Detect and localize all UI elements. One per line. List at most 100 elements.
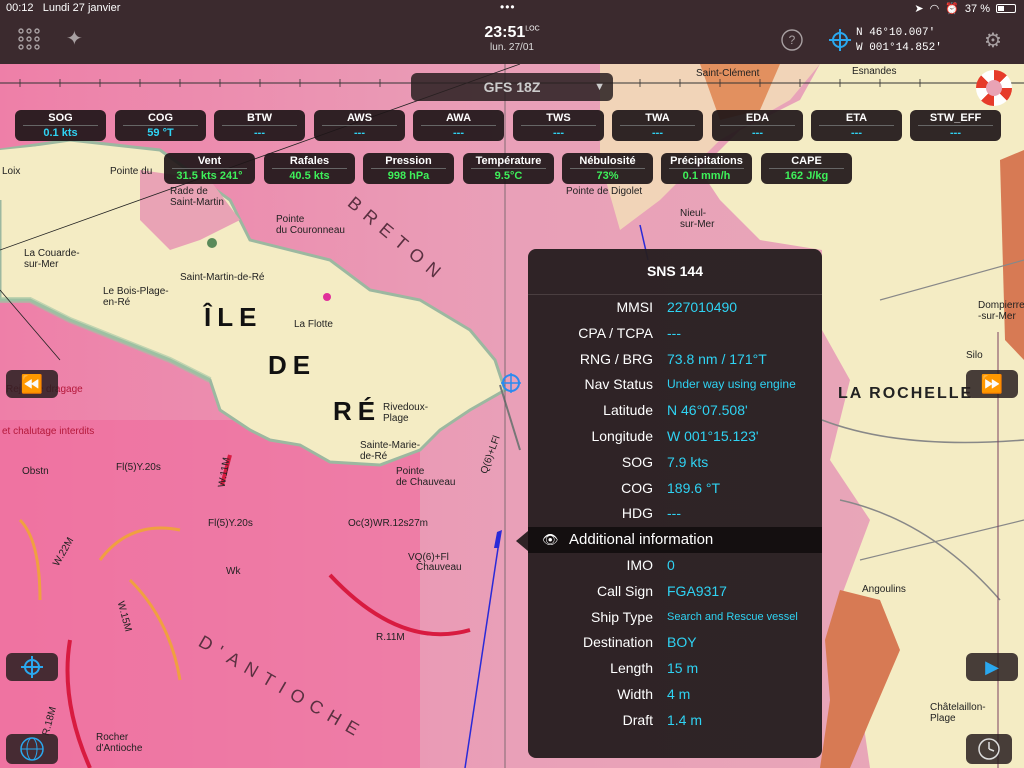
row-value: N 46°07.508'	[667, 402, 748, 419]
crosshair-icon	[21, 656, 43, 678]
weather-wind[interactable]: Vent 31.5 kts 241°	[164, 153, 255, 184]
instrument-label: SOG	[48, 112, 73, 124]
row-value: 189.6 °T	[667, 479, 721, 496]
weather-gusts[interactable]: Rafales 40.5 kts	[264, 153, 355, 184]
row-value: 4 m	[667, 685, 691, 702]
play-button[interactable]: ▶	[966, 653, 1018, 681]
row-value: BOY	[667, 634, 697, 651]
crosshair-icon[interactable]	[829, 29, 851, 57]
row-key: CPA / TCPA	[578, 324, 653, 341]
row-key: Destination	[582, 634, 653, 651]
light-fl5y20s-2: Fl(5)Y.20s	[208, 518, 253, 529]
place-rocher-antioche: Rocher d'Antioche	[96, 732, 143, 754]
section-label: Additional information	[569, 531, 714, 549]
instrument-value: ---	[254, 127, 265, 139]
weather-value: 31.5 kts 241°	[176, 170, 243, 182]
row-value: 73.8 nm / 171°T	[667, 350, 767, 367]
instrument-label: BTW	[246, 112, 273, 124]
popup-row: CPA / TCPA ---	[528, 321, 822, 347]
instrument-value: ---	[652, 127, 663, 139]
row-value: 1.4 m	[667, 711, 703, 728]
instrument-cog[interactable]: COG 59 °T	[115, 110, 206, 141]
place-chauveau: Pointe de Chauveau	[396, 466, 456, 488]
row-key: Nav Status	[584, 376, 653, 393]
instrument-sog[interactable]: SOG 0.1 kts	[15, 110, 106, 141]
weather-label: Nébulosité	[579, 155, 636, 167]
instrument-eda[interactable]: EDA ---	[712, 110, 803, 141]
star-icon[interactable]: ✦	[66, 26, 83, 51]
grib-model-selector[interactable]: GFS 18Z ▼	[411, 73, 613, 101]
weather-label: Précipitations	[670, 155, 743, 167]
weather-pressure[interactable]: Pression 998 hPa	[363, 153, 454, 184]
popup-row: Length 15 m	[528, 656, 822, 682]
popup-row: Nav Status Under way using engine	[528, 372, 822, 398]
weather-precipitation[interactable]: Précipitations 0.1 mm/h	[661, 153, 752, 184]
weather-temperature[interactable]: Température 9.5°C	[463, 153, 554, 184]
place-digolet: Pointe de Digolet	[566, 186, 643, 197]
popup-title: SNS 144	[528, 249, 822, 295]
instrument-btw[interactable]: BTW ---	[214, 110, 305, 141]
weather-value: 73%	[596, 170, 619, 182]
instrument-eta[interactable]: ETA ---	[811, 110, 902, 141]
popup-row: Call Sign FGA9317	[528, 579, 822, 605]
gear-icon[interactable]: ⚙	[984, 28, 1002, 53]
weather-value: 9.5°C	[494, 170, 523, 182]
clock-icon	[978, 738, 1000, 760]
instrument-label: TWS	[546, 112, 571, 124]
label-r11m: R.11M	[376, 632, 405, 643]
place-couarde: La Couarde- sur-Mer	[24, 248, 80, 270]
place-couronneau: Pointe du Couronneau	[276, 214, 345, 236]
clock-display[interactable]: 23:51LOC lun. 27/01	[470, 24, 554, 53]
instrument-value: ---	[752, 127, 763, 139]
instrument-value: ---	[453, 127, 464, 139]
weather-cape[interactable]: CAPE 162 J/kg	[761, 153, 852, 184]
dropdown-arrow-icon: ▼	[594, 81, 605, 93]
clock-button[interactable]	[966, 734, 1012, 764]
row-value: FGA9317	[667, 582, 727, 599]
row-key: MMSI	[616, 299, 653, 315]
status-left: 00:12 Lundi 27 janvier	[6, 2, 120, 14]
position-readout[interactable]: N 46°10.007' W 001°14.852'	[856, 26, 942, 56]
row-key: Length	[610, 660, 653, 677]
instrument-label: AWS	[346, 112, 373, 124]
ais-target-popup: SNS 144 MMSI 227010490 CPA / TCPA --- RNG …	[528, 249, 822, 758]
popup-row: MMSI 227010490	[528, 295, 822, 321]
weather-cloud-cover[interactable]: Nébulosité 73%	[562, 153, 653, 184]
status-date: Lundi 27 janvier	[42, 2, 121, 14]
multitask-dots[interactable]: •••	[500, 0, 516, 14]
instrument-twa[interactable]: TWA ---	[612, 110, 703, 141]
lifebuoy-icon[interactable]	[976, 70, 1012, 106]
weather-value: 40.5 kts	[289, 170, 330, 182]
instrument-stw-eff[interactable]: STW_EFF ---	[910, 110, 1001, 141]
island-name-1: ÎLE	[204, 302, 263, 332]
rewind-button[interactable]: ⏪	[6, 370, 58, 398]
status-right: ➤ ◠ ⏰ 37 %	[914, 2, 1016, 15]
instrument-aws[interactable]: AWS ---	[314, 110, 405, 141]
popup-row: HDG ---	[528, 501, 822, 527]
instrument-awa[interactable]: AWA ---	[413, 110, 504, 141]
globe-button[interactable]	[6, 734, 58, 764]
instrument-label: TWA	[645, 112, 670, 124]
place-bois-plage: Le Bois-Plage- en-Ré	[103, 286, 169, 308]
instrument-label: EDA	[745, 112, 770, 124]
alarm-icon: ⏰	[945, 3, 959, 15]
additional-info-toggle[interactable]: 👁 Additional information	[528, 527, 822, 553]
row-key: SOG	[621, 453, 653, 470]
place-chatelaillon: Châtelaillon- Plage	[930, 702, 986, 724]
center-position-button[interactable]	[6, 653, 58, 681]
location-icon: ➤	[914, 3, 924, 15]
instrument-value: 59 °T	[147, 127, 174, 139]
wifi-icon: ◠	[929, 3, 940, 15]
help-icon[interactable]: ?	[781, 29, 803, 57]
row-value: ---	[667, 505, 681, 522]
instrument-label: ETA	[845, 112, 868, 124]
grid-icon[interactable]	[18, 28, 40, 56]
row-key: Latitude	[603, 402, 653, 419]
row-value: 0	[667, 556, 675, 573]
status-time: 00:12	[6, 2, 34, 14]
instrument-tws[interactable]: TWS ---	[513, 110, 604, 141]
light-oc3wr: Oc(3)WR.12s27m	[348, 518, 429, 529]
fast-forward-button[interactable]: ⏩	[966, 370, 1018, 398]
row-value: Under way using engine	[667, 377, 796, 392]
place-dompierre: Dompierre -sur-Mer	[978, 300, 1024, 322]
